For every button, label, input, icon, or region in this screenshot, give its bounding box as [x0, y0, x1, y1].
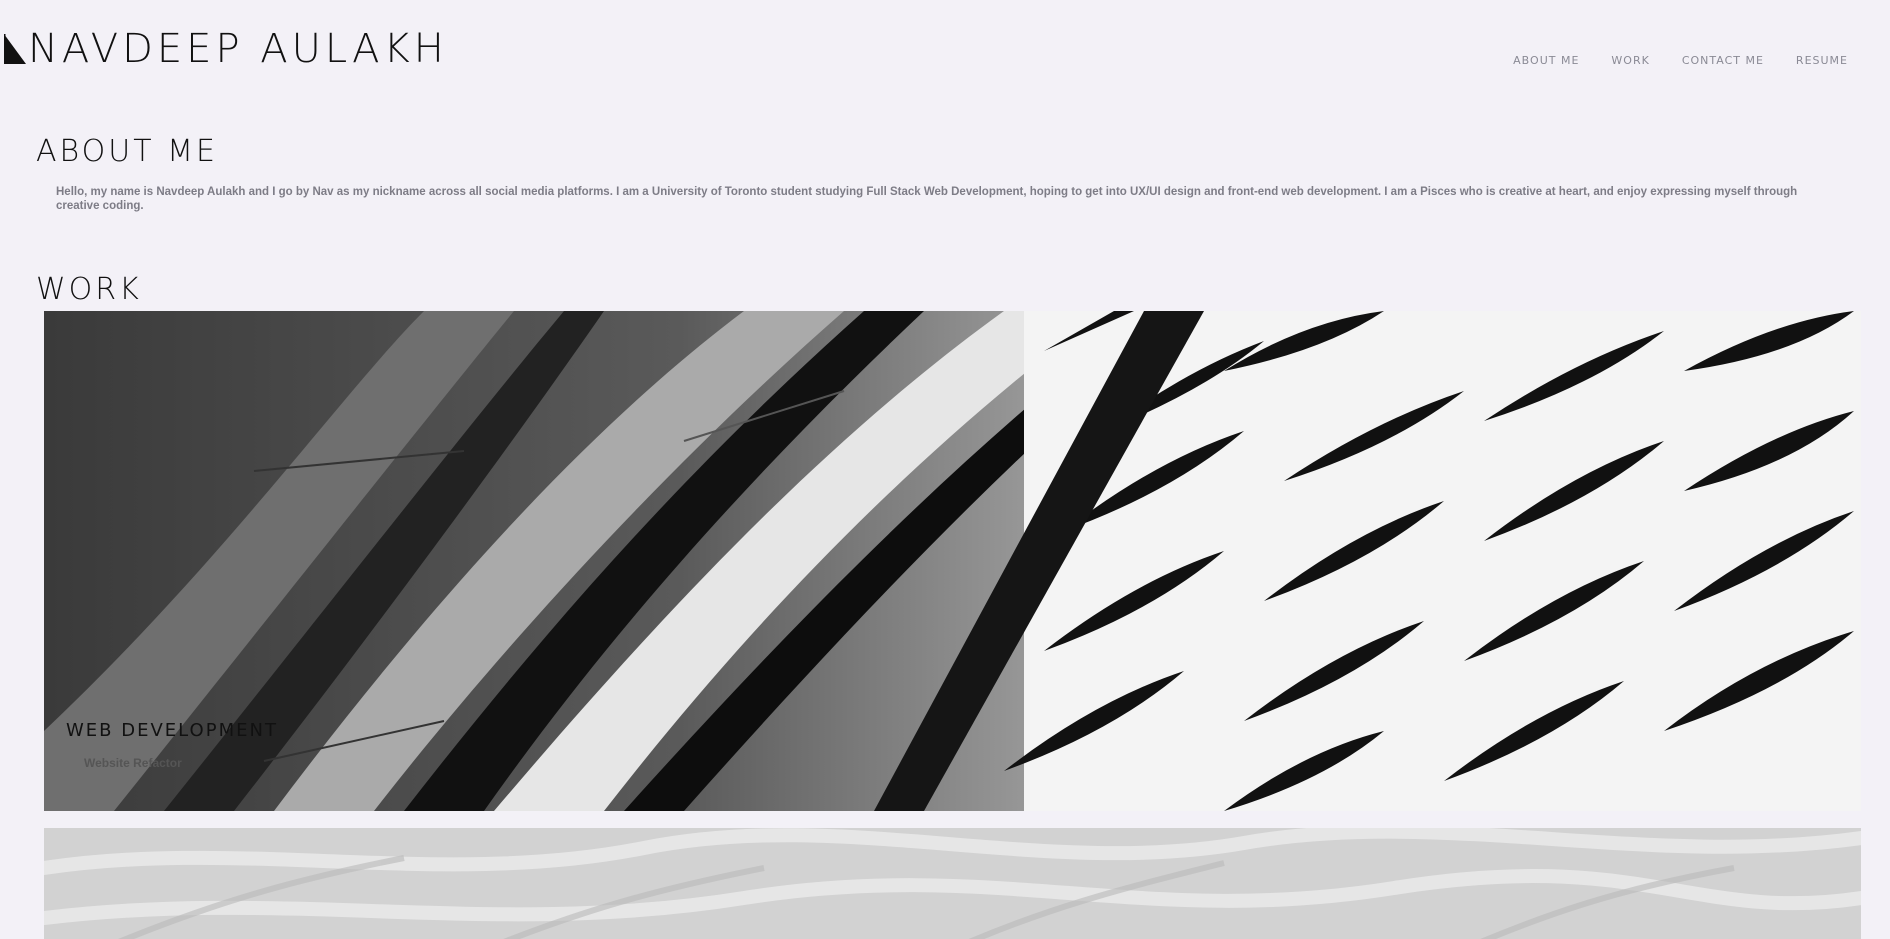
about-heading: ABOUT ME: [36, 134, 218, 169]
work-card-title: WEB DEVELOPMENT: [66, 720, 278, 741]
site-name-link[interactable]: NAVDEEP AULAKH: [4, 26, 448, 72]
name-mark-icon: [4, 34, 26, 64]
work-card-second[interactable]: [44, 828, 1861, 939]
work-card-web-development[interactable]: WEB DEVELOPMENT Website Refactor: [44, 311, 1861, 811]
work-heading: WORK: [36, 272, 142, 307]
nav-link-resume[interactable]: RESUME: [1796, 54, 1848, 67]
portfolio-page: NAVDEEP AULAKH ABOUT ME WORK CONTACT ME …: [0, 0, 1890, 939]
site-name-text: NAVDEEP AULAKH: [28, 26, 448, 72]
nav-link-about-me[interactable]: ABOUT ME: [1513, 54, 1579, 67]
main-nav: ABOUT ME WORK CONTACT ME RESUME: [1513, 54, 1848, 67]
brush-texture-image: [44, 828, 1861, 939]
work-card-subtitle: Website Refactor: [84, 756, 182, 770]
nav-link-contact-me[interactable]: CONTACT ME: [1682, 54, 1764, 67]
about-text: Hello, my name is Navdeep Aulakh and I g…: [56, 186, 1798, 212]
architecture-image: [44, 311, 1861, 811]
nav-link-work[interactable]: WORK: [1611, 54, 1649, 67]
